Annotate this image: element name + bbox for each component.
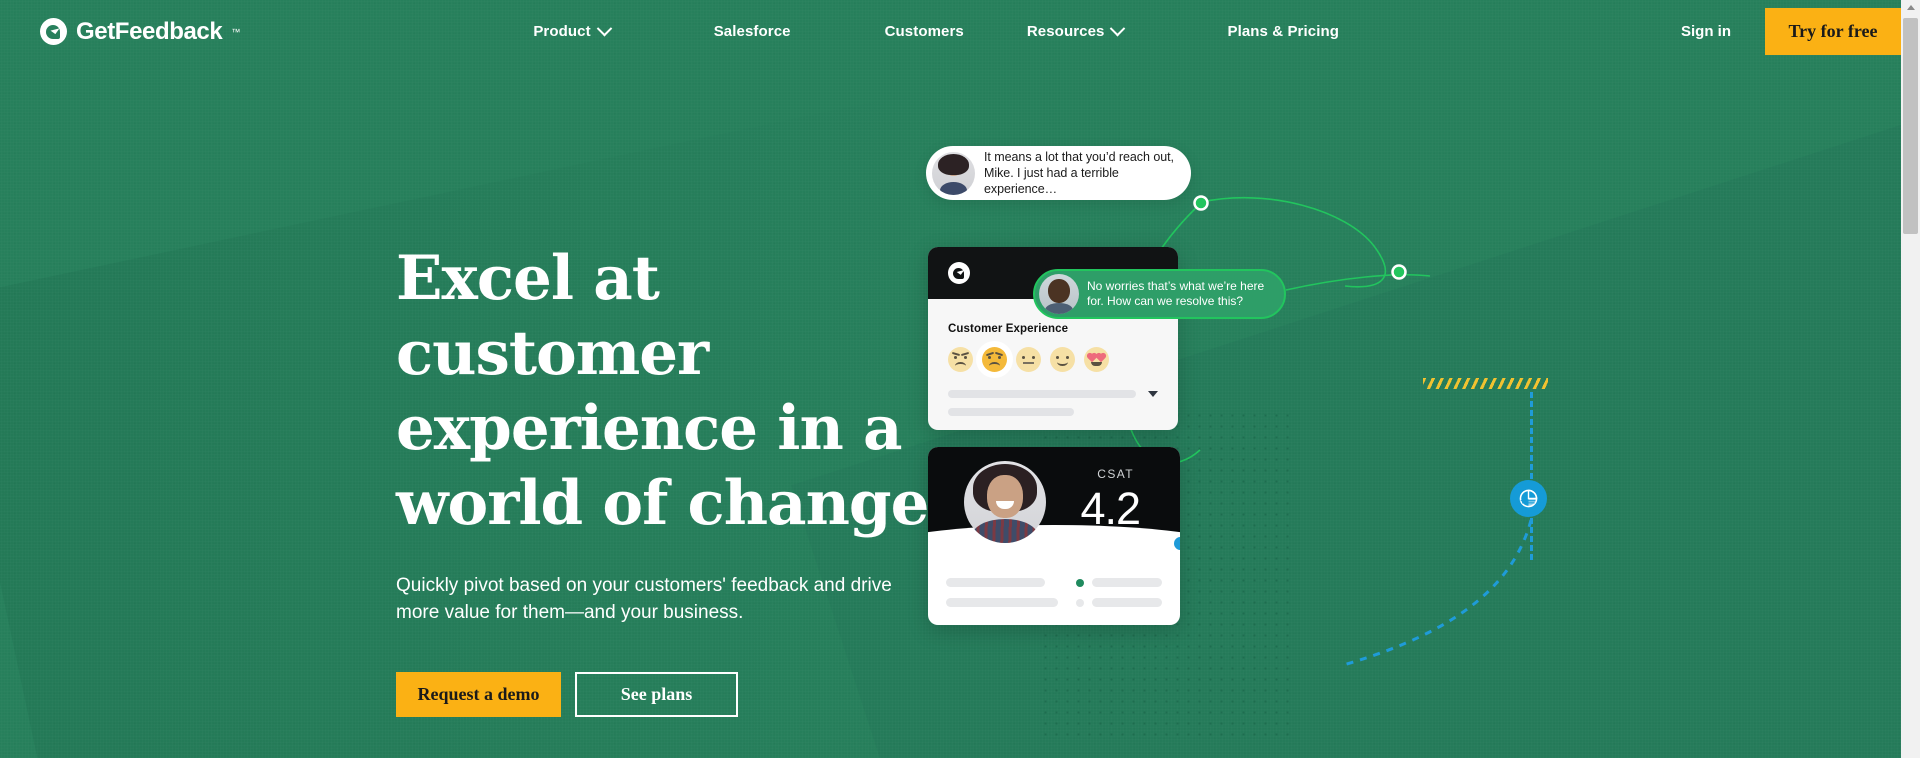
chat-bubble-text: It means a lot that you’d reach out, Mik… [984, 150, 1174, 196]
pie-chart-icon [1519, 489, 1538, 508]
page-title: Excel at customer experience in a world … [396, 243, 929, 539]
header-actions: Sign in Try for free [1681, 8, 1901, 55]
hero-subtitle: Quickly pivot based on your customers' f… [396, 575, 892, 623]
see-plans-button[interactable]: See plans [575, 672, 738, 717]
analytics-badge[interactable] [1510, 480, 1547, 517]
skeleton-bar [948, 408, 1074, 416]
emoji-eye [1022, 356, 1025, 359]
avatar [932, 151, 975, 195]
emoji-rating-neutral[interactable] [1016, 347, 1041, 372]
nav-item-label: Salesforce [713, 23, 791, 40]
nav-item-customers[interactable]: Customers [885, 23, 964, 40]
emoji-eye [998, 356, 1001, 359]
emoji-rating-love[interactable] [1084, 347, 1109, 372]
decorative-blue-dot [1174, 537, 1180, 550]
skeleton-bar [1092, 578, 1162, 587]
try-for-free-button[interactable]: Try for free [1765, 8, 1901, 55]
site-header: GetFeedback ™ Product Salesforce Custome… [0, 0, 1901, 63]
nav-item-label: Product [533, 23, 591, 40]
emoji-mouth [989, 362, 1000, 366]
decorative-dashed-line [1530, 392, 1533, 560]
csat-label: CSAT [1097, 467, 1134, 481]
emoji-rating-scale [948, 347, 1158, 372]
request-demo-button[interactable]: Request a demo [396, 672, 561, 717]
legend-row [1076, 598, 1162, 607]
survey-question-label: Customer Experience [948, 323, 1069, 335]
chat-bubble-customer: It means a lot that you’d reach out, Mik… [926, 146, 1191, 200]
getfeedback-logo-icon [40, 18, 67, 45]
chat-bubble-agent: No worries that’s what we’re here for. H… [1033, 269, 1286, 319]
emoji-eye [988, 356, 991, 359]
primary-navigation: Product Salesforce Customers Resources P… [533, 20, 1339, 40]
emoji-eye [1056, 356, 1059, 359]
decorative-hatch-band [1423, 378, 1548, 389]
chevron-down-icon [1110, 20, 1126, 37]
hero-illustration: Customer Experience CSAT 4.2 It means a … [926, 80, 1710, 758]
sign-in-link[interactable]: Sign in [1681, 23, 1731, 40]
emoji-rating-happy[interactable] [1050, 347, 1075, 372]
legend-dot [1076, 598, 1084, 607]
avatar [1039, 274, 1079, 314]
emoji-mouth [1023, 362, 1034, 366]
nav-item-plans-pricing[interactable]: Plans & Pricing [1227, 23, 1339, 40]
chat-bubble-text: No worries that’s what we’re here for. H… [1087, 279, 1265, 308]
caret-down-icon [1148, 391, 1158, 397]
nav-item-salesforce[interactable]: Salesforce [714, 23, 791, 40]
page-canvas: GetFeedback ™ Product Salesforce Custome… [0, 0, 1901, 758]
avatar-face [987, 475, 1023, 518]
nav-item-label: Resources [1026, 23, 1105, 40]
survey-input-placeholder [948, 390, 1158, 398]
nav-item-label: Customers [884, 23, 964, 40]
avatar [964, 461, 1046, 543]
hero-cta-group: Request a demo See plans [396, 672, 966, 717]
nav-item-resources[interactable]: Resources [1026, 20, 1126, 40]
skeleton-bar [1092, 598, 1162, 607]
nav-item-product[interactable]: Product [533, 20, 612, 40]
scroll-up-arrow-icon[interactable] [1901, 0, 1920, 15]
legend-dot [1076, 578, 1084, 587]
trademark-symbol: ™ [231, 26, 241, 37]
brand-logo[interactable]: GetFeedback ™ [40, 18, 240, 46]
skeleton-bar [948, 390, 1136, 398]
heart-eye-icon [1096, 353, 1106, 363]
emoji-eye [1066, 356, 1069, 359]
page-scrollbar[interactable] [1901, 0, 1920, 758]
nav-item-label: Plans & Pricing [1227, 23, 1340, 40]
chevron-down-icon [596, 20, 612, 37]
brand-logo-text: GetFeedback [76, 17, 223, 45]
emoji-rating-sad[interactable] [982, 347, 1007, 372]
emoji-mouth [1091, 362, 1102, 366]
legend-row [1076, 578, 1162, 587]
scrollbar-thumb[interactable] [1903, 18, 1918, 234]
avatar-shirt [972, 519, 1038, 543]
hero-content: Excel at customer experience in a world … [396, 241, 966, 717]
emoji-eye [1032, 356, 1035, 359]
emoji-mouth [1057, 362, 1068, 366]
